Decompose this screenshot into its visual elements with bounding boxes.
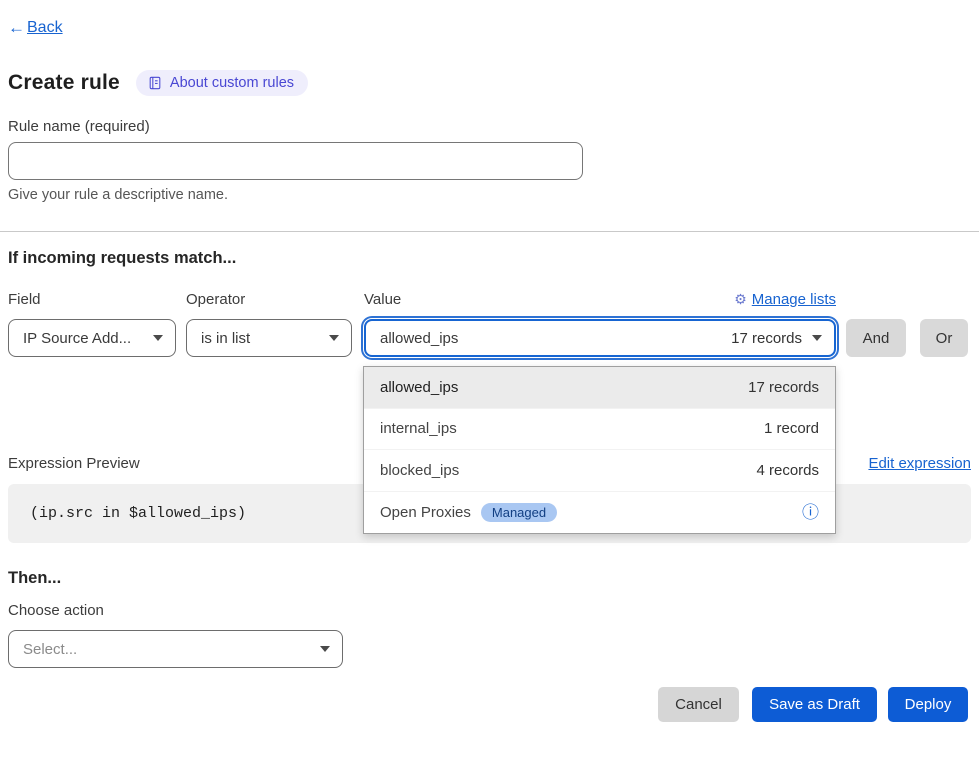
page-title: Create rule bbox=[8, 71, 120, 95]
or-button[interactable]: Or bbox=[920, 319, 968, 357]
field-select-value: IP Source Add... bbox=[23, 330, 143, 347]
chevron-down-icon bbox=[329, 335, 339, 341]
section-divider bbox=[0, 231, 979, 232]
value-select-value: allowed_ips bbox=[380, 330, 719, 347]
save-as-draft-button[interactable]: Save as Draft bbox=[752, 687, 877, 722]
list-option-name: blocked_ips bbox=[380, 462, 459, 479]
list-option-records: 1 record bbox=[764, 420, 819, 437]
action-select-placeholder: Select... bbox=[23, 641, 310, 658]
list-option-internal-ips[interactable]: internal_ips 1 record bbox=[364, 409, 835, 451]
about-custom-rules-link[interactable]: About custom rules bbox=[136, 70, 308, 96]
rule-name-helper: Give your rule a descriptive name. bbox=[8, 187, 971, 203]
title-row: Create rule About custom rules bbox=[8, 68, 971, 98]
and-button[interactable]: And bbox=[846, 319, 906, 357]
about-custom-rules-label: About custom rules bbox=[170, 75, 294, 91]
book-icon bbox=[148, 76, 162, 90]
match-controls-row: IP Source Add... is in list allowed_ips … bbox=[8, 319, 971, 357]
gear-icon: ⚙ bbox=[734, 291, 747, 308]
choose-action-label: Choose action bbox=[8, 602, 971, 620]
field-select[interactable]: IP Source Add... bbox=[8, 319, 176, 357]
list-option-blocked-ips[interactable]: blocked_ips 4 records bbox=[364, 450, 835, 492]
manage-lists-label: Manage lists bbox=[752, 291, 836, 308]
then-heading: Then... bbox=[8, 569, 971, 589]
manage-lists-link[interactable]: ⚙ Manage lists bbox=[734, 291, 836, 308]
value-select-wrap: allowed_ips 17 records allowed_ips 17 re… bbox=[364, 319, 836, 357]
back-arrow-icon: ← bbox=[8, 18, 25, 38]
operator-select[interactable]: is in list bbox=[186, 319, 352, 357]
back-link[interactable]: ←Back bbox=[8, 18, 63, 38]
value-select-records: 17 records bbox=[731, 330, 802, 347]
back-row: ←Back bbox=[8, 18, 971, 38]
match-heading: If incoming requests match... bbox=[8, 249, 971, 269]
operator-label: Operator bbox=[186, 291, 352, 308]
back-link-label: Back bbox=[27, 19, 63, 37]
chevron-down-icon bbox=[812, 335, 822, 341]
list-option-open-proxies[interactable]: Open Proxies Managed ⓘ bbox=[364, 492, 835, 534]
list-dropdown: allowed_ips 17 records internal_ips 1 re… bbox=[363, 366, 836, 534]
expression-preview-label: Expression Preview bbox=[8, 455, 140, 472]
chevron-down-icon bbox=[320, 646, 330, 652]
field-label: Field bbox=[8, 291, 176, 308]
list-option-records: 17 records bbox=[748, 379, 819, 396]
operator-select-value: is in list bbox=[201, 330, 319, 347]
rule-name-label: Rule name (required) bbox=[8, 118, 971, 136]
list-option-name: internal_ips bbox=[380, 420, 457, 437]
list-option-allowed-ips[interactable]: allowed_ips 17 records bbox=[364, 367, 835, 409]
value-select[interactable]: allowed_ips 17 records bbox=[364, 319, 836, 357]
list-option-records: 4 records bbox=[756, 462, 819, 479]
managed-badge: Managed bbox=[481, 503, 557, 522]
chevron-down-icon bbox=[153, 335, 163, 341]
create-rule-page: ←Back Create rule About custom rules Rul… bbox=[0, 18, 979, 757]
match-labels-row: Field Operator Value ⚙ Manage lists bbox=[8, 291, 971, 308]
value-label: Value bbox=[364, 291, 401, 308]
list-option-name: Open Proxies bbox=[380, 504, 471, 521]
deploy-button[interactable]: Deploy bbox=[888, 687, 968, 722]
rule-name-input[interactable] bbox=[8, 142, 583, 180]
list-option-name: allowed_ips bbox=[380, 379, 458, 396]
cancel-button[interactable]: Cancel bbox=[658, 687, 739, 722]
footer-actions: Cancel Save as Draft Deploy bbox=[8, 687, 971, 722]
action-select[interactable]: Select... bbox=[8, 630, 343, 668]
info-icon[interactable]: ⓘ bbox=[802, 504, 819, 521]
edit-expression-link[interactable]: Edit expression bbox=[868, 455, 971, 472]
expression-code: (ip.src in $allowed_ips) bbox=[30, 505, 246, 522]
